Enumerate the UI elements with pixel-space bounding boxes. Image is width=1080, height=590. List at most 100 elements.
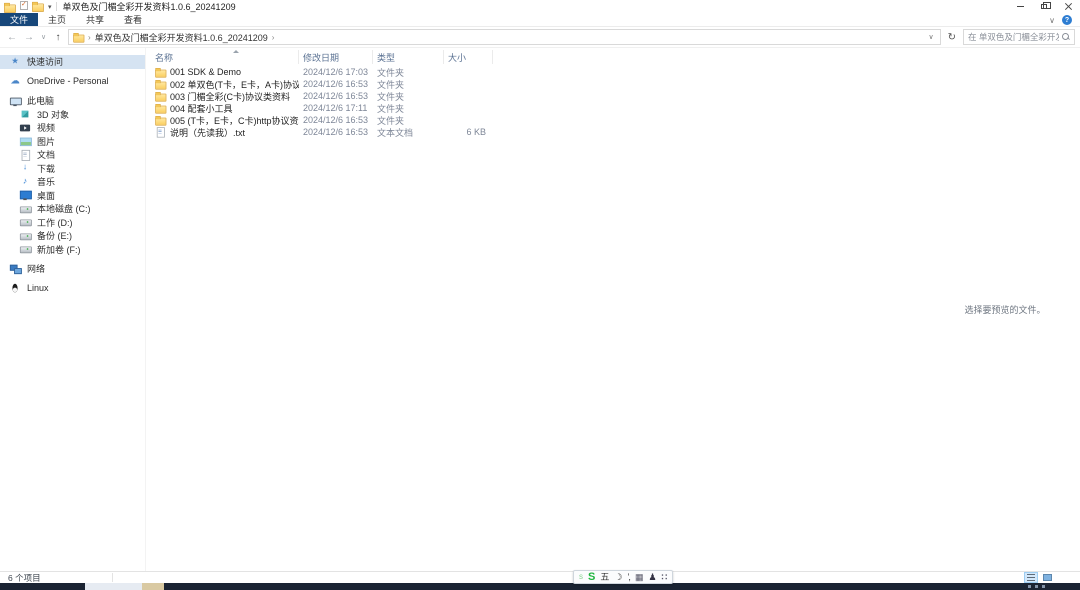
file-name: 001 SDK & Demo (170, 67, 241, 77)
file-row[interactable]: 004 配套小工具 2024/12/6 17:11 文件夹 (151, 102, 930, 114)
ribbon-tabs: 文件 主页 共享 查看 (0, 13, 1080, 27)
file-size: 6 KB (444, 127, 490, 137)
tray-icon[interactable] (1028, 585, 1031, 588)
search-input[interactable]: 在 单双色及门楣全彩开发资... (963, 29, 1075, 45)
breadcrumb-path[interactable]: 单双色及门楣全彩开发资料1.0.6_20241209 (95, 31, 268, 44)
taskbar-tray (1028, 585, 1045, 588)
file-type: 文本文档 (373, 126, 444, 139)
qat-properties-button[interactable] (20, 1, 28, 12)
column-headers: 名称 修改日期 类型 大小 (151, 50, 930, 64)
file-icon (155, 103, 165, 113)
ribbon-tab[interactable]: 文件 (0, 13, 38, 26)
sidebar-item-label: 3D 对象 (37, 108, 69, 121)
navigation-pane: 快速访问 OneDrive - Personal 此电脑 3D 对象 (0, 48, 146, 571)
sidebar-item[interactable]: 文档 (0, 148, 145, 162)
column-header-name[interactable]: 名称 (151, 50, 299, 64)
column-header-size[interactable]: 大小 (444, 50, 493, 64)
ime-toolbar: s S 五 ☽ ’, ▦ ♟ ∷ (573, 570, 673, 584)
breadcrumb[interactable]: › 单双色及门楣全彩开发资料1.0.6_20241209 › ∨ (68, 29, 941, 45)
sidebar-item[interactable]: 新加卷 (F:) (0, 243, 145, 257)
sidebar-item[interactable]: 图片 (0, 135, 145, 149)
thumbnails-view-button[interactable] (1040, 572, 1054, 583)
sidebar-item[interactable]: 备份 (E:) (0, 229, 145, 243)
sidebar-item[interactable]: Linux (0, 282, 145, 296)
ime-toolbar-icon[interactable]: ∷ (662, 571, 668, 583)
address-dropdown-icon[interactable]: ∨ (925, 33, 936, 41)
tray-icon[interactable] (1042, 585, 1045, 588)
sidebar-item[interactable]: 网络 (0, 262, 145, 276)
sidebar-item[interactable]: 桌面 (0, 189, 145, 203)
ime-toolbar-icon[interactable]: ♟ (648, 571, 656, 583)
explorer-window: ▾ 单双色及门楣全彩开发资料1.0.6_20241209 文件 主页 共享 查看… (0, 0, 1080, 590)
ime-toolbar-icon[interactable]: s (579, 571, 583, 583)
details-view-button[interactable] (1024, 572, 1038, 583)
ime-toolbar-icon[interactable]: ▦ (635, 571, 644, 583)
forward-button[interactable]: → (22, 32, 36, 43)
sidebar-item-icon (20, 217, 30, 227)
sidebar-item[interactable]: 快速访问 (0, 55, 145, 69)
sidebar-item[interactable]: OneDrive - Personal (0, 75, 145, 89)
divider (112, 573, 113, 582)
ime-toolbar-icon[interactable]: ’, (627, 571, 630, 583)
file-row[interactable]: 001 SDK & Demo 2024/12/6 17:03 文件夹 (151, 66, 930, 78)
restore-button[interactable] (1032, 0, 1056, 13)
ime-toolbar-icon[interactable]: 五 (600, 571, 609, 583)
minimize-button[interactable] (1008, 0, 1032, 13)
ribbon-tab[interactable]: 主页 (38, 13, 76, 26)
sidebar-item-label: 备份 (E:) (37, 229, 72, 242)
view-toggles (1024, 572, 1054, 583)
ime-toolbar-icon[interactable]: S (588, 571, 595, 583)
file-row[interactable]: 003 门楣全彩(C卡)协议类资料 2024/12/6 16:53 文件夹 (151, 90, 930, 102)
sidebar-item[interactable]: 此电脑 (0, 94, 145, 108)
ribbon-tab[interactable]: 查看 (114, 13, 152, 26)
breadcrumb-separator: › (88, 33, 91, 42)
column-header-date[interactable]: 修改日期 (299, 50, 373, 64)
sidebar-item-label: 本地磁盘 (C:) (37, 202, 91, 215)
sidebar-item-label: 图片 (37, 135, 55, 148)
tray-icon[interactable] (1035, 585, 1038, 588)
back-button[interactable]: ← (5, 32, 19, 43)
sidebar-item-icon (10, 264, 20, 274)
file-list: 名称 修改日期 类型 大小 001 SDK & Demo 2024/12/6 1… (146, 48, 930, 571)
window-controls (1008, 0, 1080, 13)
close-button[interactable] (1056, 0, 1080, 13)
sidebar-item-label: OneDrive - Personal (27, 76, 109, 86)
refresh-icon[interactable]: ↻ (944, 32, 960, 43)
search-icon[interactable] (1062, 33, 1070, 41)
file-icon (155, 79, 165, 89)
recent-locations-dropdown[interactable]: ∨ (39, 33, 48, 41)
sidebar-item-icon (20, 123, 30, 133)
sidebar-item[interactable]: 视频 (0, 121, 145, 135)
up-button[interactable]: ↑ (51, 32, 65, 43)
address-bar: ← → ∨ ↑ › 单双色及门楣全彩开发资料1.0.6_20241209 › ∨… (0, 27, 1080, 48)
sidebar-item[interactable]: 音乐 (0, 175, 145, 189)
ribbon-tab[interactable]: 共享 (76, 13, 114, 26)
file-icon (155, 91, 165, 101)
sidebar-item-label: 文档 (37, 148, 55, 161)
breadcrumb-separator[interactable]: › (272, 33, 275, 42)
chevron-down-icon[interactable]: ∨ (1049, 16, 1055, 25)
file-row[interactable]: 005 (T卡，E卡，C卡)http协议资料 2024/12/6 16:53 文… (151, 114, 930, 126)
taskbar-window-thumbnail[interactable] (142, 583, 164, 590)
column-header-type[interactable]: 类型 (373, 50, 444, 64)
sidebar-item-icon (10, 76, 20, 86)
file-icon (155, 115, 165, 125)
sidebar-item-label: 下载 (37, 162, 55, 175)
file-name-cell[interactable]: 说明（先读我）.txt (151, 126, 299, 139)
sidebar-item[interactable]: 下载 (0, 162, 145, 176)
divider (56, 2, 57, 11)
taskbar-window-thumbnail[interactable] (85, 583, 142, 590)
ime-toolbar-icon[interactable]: ☽ (614, 571, 622, 583)
file-date: 2024/12/6 16:53 (299, 91, 373, 101)
sidebar-item[interactable]: 3D 对象 (0, 108, 145, 122)
sidebar-item[interactable]: 工作 (D:) (0, 216, 145, 230)
file-name-cell[interactable]: 001 SDK & Demo (151, 66, 299, 78)
file-row[interactable]: 说明（先读我）.txt 2024/12/6 16:53 文本文档 6 KB (151, 126, 930, 138)
help-icon[interactable]: ? (1062, 15, 1072, 25)
sort-ascending-icon (233, 50, 239, 53)
qat-new-folder-button[interactable] (32, 0, 44, 14)
qat-customize-dropdown[interactable]: ▾ (48, 3, 52, 11)
file-row[interactable]: 002 单双色(T卡，E卡，A卡)协议类资料 2024/12/6 16:53 文… (151, 78, 930, 90)
file-date: 2024/12/6 16:53 (299, 127, 373, 137)
sidebar-item[interactable]: 本地磁盘 (C:) (0, 202, 145, 216)
